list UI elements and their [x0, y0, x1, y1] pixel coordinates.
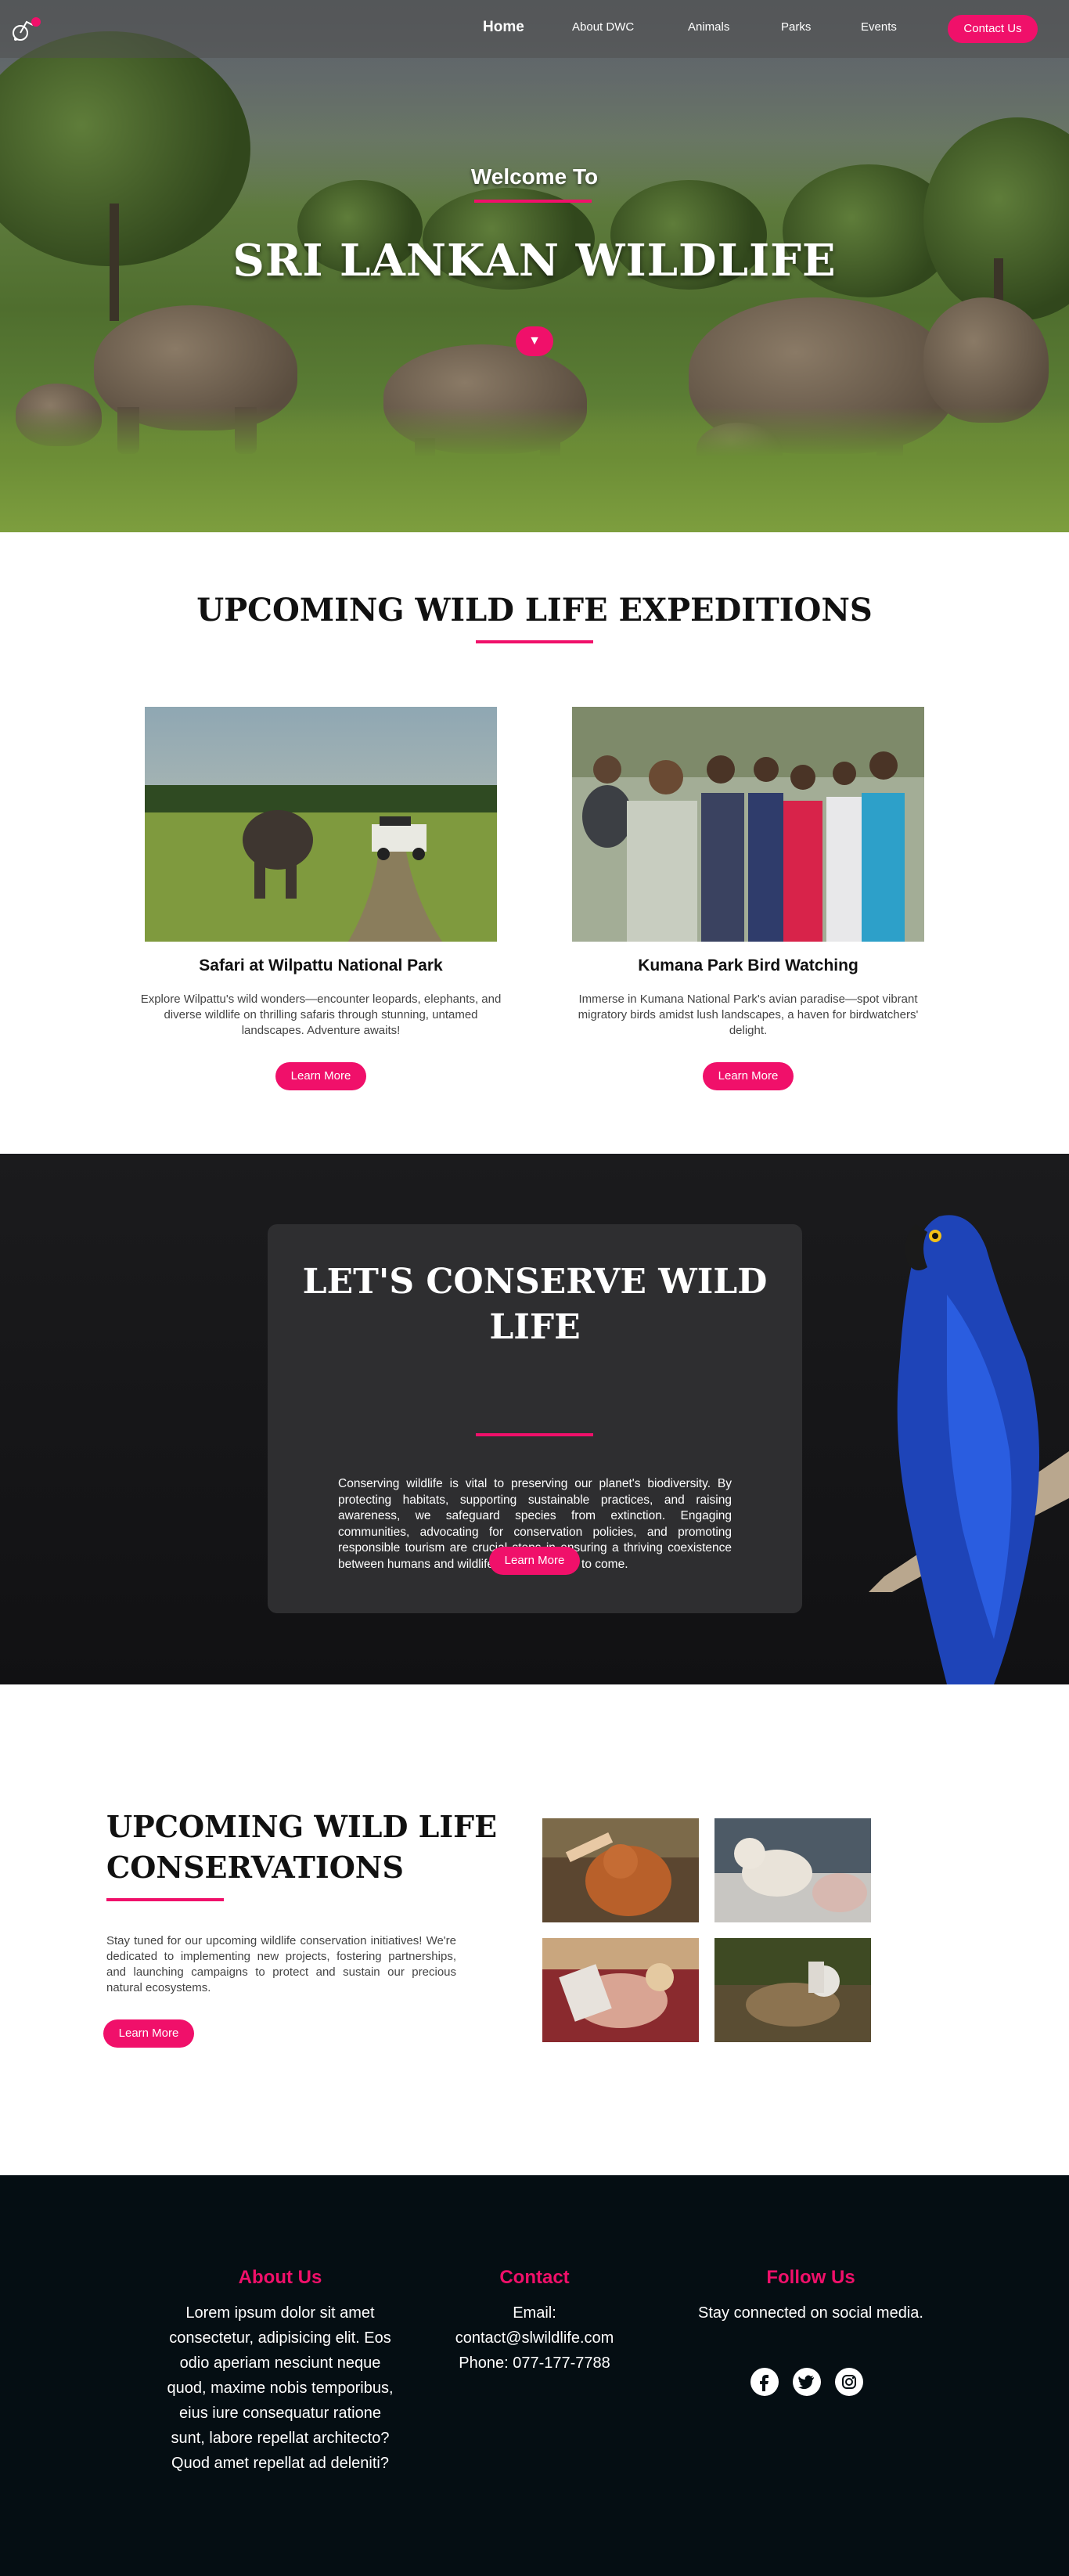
card-title-wilpattu: Safari at Wilpattu National Park: [199, 957, 443, 975]
conserve-underline: [476, 1433, 593, 1436]
conserve-learn-more-button[interactable]: Learn More: [489, 1547, 580, 1575]
nav-parks[interactable]: Parks: [781, 20, 811, 34]
facebook-icon[interactable]: [750, 2368, 779, 2396]
nav-events[interactable]: Events: [861, 20, 897, 34]
contact-us-button[interactable]: Contact Us: [948, 15, 1038, 43]
footer-about-heading: About Us: [238, 2267, 322, 2288]
nav-animals[interactable]: Animals: [688, 20, 729, 34]
hero-elephant: [923, 297, 1049, 423]
footer-email[interactable]: contact@slwildlife.com: [417, 2326, 652, 2351]
hero-title: SRI LANKAN WILDLIFE: [232, 235, 837, 286]
conservation-thumb-wild-cat: [714, 1938, 871, 2042]
card-text-wilpattu: Explore Wilpattu's wild wonders—encounte…: [140, 993, 502, 1037]
footer-follow-heading: Follow Us: [766, 2267, 855, 2288]
conservations-learn-more-button[interactable]: Learn More: [103, 2019, 194, 2048]
footer-phone: Phone: 077-177-7788: [459, 2354, 610, 2372]
conservation-thumb-monkey: [542, 1818, 699, 1922]
wilpattu-safari-image: [145, 707, 497, 942]
conservations-text: Stay tuned for our upcoming wildlife con…: [106, 1934, 456, 1994]
top-navbar: Home About DWC Animals Parks Events Cont…: [0, 0, 1069, 58]
expeditions-underline: [476, 640, 593, 643]
blue-macaw-image: [869, 1215, 1069, 1684]
conserve-card: LET'S CONSERVE WILD LIFE Conserving wild…: [268, 1224, 802, 1613]
conservations-heading: UPCOMING WILD LIFE CONSERVATIONS: [106, 1809, 498, 1885]
chevron-down-icon: ▼: [528, 334, 541, 348]
hero-welcome-text: Welcome To: [470, 164, 599, 189]
instagram-icon[interactable]: [835, 2368, 863, 2396]
footer-about-text: Lorem ipsum dolor sit amet consectetur, …: [167, 2304, 394, 2472]
hero-grass: [0, 407, 1069, 532]
conserve-title: LET'S CONSERVE WILD LIFE: [302, 1262, 768, 1347]
kumana-birdwatching-image: [572, 707, 924, 942]
hero-section: Home About DWC Animals Parks Events Cont…: [0, 0, 1069, 532]
expeditions-heading: UPCOMING WILD LIFE EXPEDITIONS: [196, 592, 873, 629]
site-footer: About Us Lorem ipsum dolor sit amet cons…: [0, 2175, 1069, 2576]
conservation-thumb-treatment: [542, 1938, 699, 2042]
footer-contact-heading: Contact: [499, 2267, 570, 2288]
hero-underline: [474, 200, 592, 203]
learn-more-button-kumana[interactable]: Learn More: [703, 1062, 794, 1090]
card-title-kumana: Kumana Park Bird Watching: [638, 957, 858, 975]
footer-email-label: Email:: [513, 2304, 556, 2322]
learn-more-button-wilpattu[interactable]: Learn More: [275, 1062, 366, 1090]
twitter-icon[interactable]: [793, 2368, 821, 2396]
nav-about-dwc[interactable]: About DWC: [572, 20, 634, 34]
scroll-down-button[interactable]: ▼: [516, 326, 553, 356]
nav-home[interactable]: Home: [483, 19, 524, 36]
footer-follow-text: Stay connected on social media.: [698, 2304, 923, 2322]
logo-icon[interactable]: [9, 14, 44, 44]
card-text-kumana: Immerse in Kumana National Park's avian …: [578, 993, 919, 1037]
conservations-underline: [106, 1898, 224, 1901]
conserve-section: LET'S CONSERVE WILD LIFE Conserving wild…: [0, 1154, 1069, 1684]
conservation-thumb-dog: [714, 1818, 871, 1922]
